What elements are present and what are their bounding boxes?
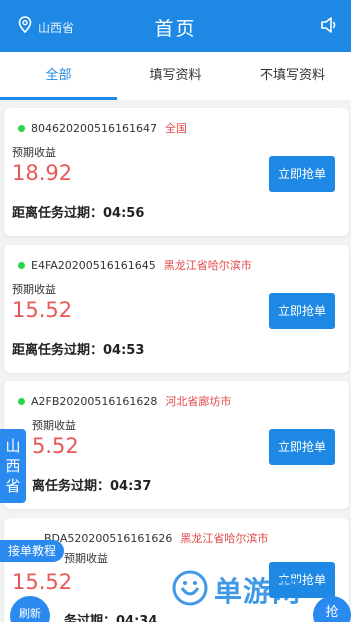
order-id: BDA520200516161626 xyxy=(44,531,173,545)
order-id: 804620200516161647 xyxy=(31,121,157,135)
expire-countdown: 距离任务过期：04:53 xyxy=(12,343,145,358)
side-region-char: 山 xyxy=(5,437,21,455)
online-dot xyxy=(18,397,25,405)
app-header: 山西省 首页 xyxy=(0,0,351,52)
order-card: 804620200516161647 全国 预期收益 18.92 距离任务过期：… xyxy=(4,108,349,236)
watermark-logo-icon xyxy=(172,570,208,610)
expected-income-amount: 15.52 xyxy=(12,570,73,594)
page-title: 首页 xyxy=(154,18,197,40)
grab-order-button[interactable]: 立即抢单 xyxy=(269,293,335,329)
order-card: A2FB20200516161628 河北省廊坊市 预期收益 5.52 离任务过… xyxy=(4,381,349,509)
watermark: 单游网 xyxy=(172,570,301,610)
speaker-icon[interactable] xyxy=(319,16,339,38)
expected-income-label: 预期收益 xyxy=(12,283,56,296)
order-region: 黑龙江省哈尔滨市 xyxy=(180,532,269,545)
expected-income-label: 预期收益 xyxy=(64,552,108,565)
expire-countdown: 务过期：04:34 xyxy=(64,614,158,622)
tab-no-fill-info[interactable]: 不填写资料 xyxy=(234,52,351,100)
order-region: 全国 xyxy=(164,122,187,135)
online-dot xyxy=(18,261,25,269)
order-id: A2FB20200516161628 xyxy=(31,394,158,408)
order-card: E4FA20200516161645 黑龙江省哈尔滨市 预期收益 15.52 距… xyxy=(4,245,349,373)
grab-order-button[interactable]: 立即抢单 xyxy=(269,156,335,192)
watermark-text: 单游网 xyxy=(214,575,302,608)
side-region-char: 省 xyxy=(5,477,21,495)
expected-income-amount: 18.92 xyxy=(12,161,73,185)
online-dot xyxy=(18,124,25,132)
expire-countdown: 距离任务过期：04:56 xyxy=(12,206,145,221)
side-region-char: 西 xyxy=(5,457,21,475)
expected-income-amount: 15.52 xyxy=(12,298,73,322)
order-region: 河北省廊坊市 xyxy=(165,395,232,408)
grab-order-button[interactable]: 立即抢单 xyxy=(269,429,335,465)
tab-all[interactable]: 全部 xyxy=(0,52,117,100)
tutorial-button[interactable]: 接单教程 xyxy=(0,540,65,562)
side-region-badge[interactable]: 山 西 省 xyxy=(0,429,26,503)
expected-income-label: 预期收益 xyxy=(12,146,56,159)
tab-fill-info[interactable]: 填写资料 xyxy=(117,52,234,100)
expected-income-label: 预期收益 xyxy=(32,419,76,432)
expire-countdown: 离任务过期：04:37 xyxy=(32,479,152,494)
order-id: E4FA20200516161645 xyxy=(31,258,156,272)
expected-income-amount: 5.52 xyxy=(32,434,79,458)
tab-bar: 全部 填写资料 不填写资料 xyxy=(0,52,351,100)
order-region: 黑龙江省哈尔滨市 xyxy=(163,259,252,272)
